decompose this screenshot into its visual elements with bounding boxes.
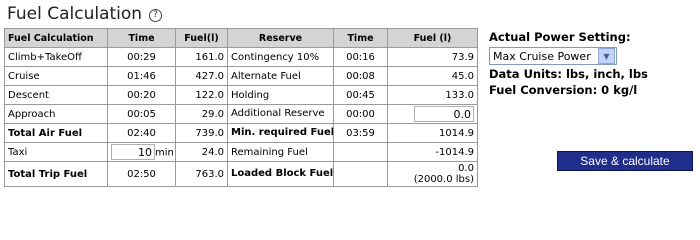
- row-label: Descent: [4, 85, 108, 105]
- header-time: Time: [107, 28, 176, 48]
- row-fuel: 763.0: [175, 161, 228, 187]
- row-fuel: 122.0: [175, 85, 228, 105]
- page-title: Fuel Calculation: [7, 4, 143, 24]
- row-label: Cruise: [4, 66, 108, 86]
- power-setting-select[interactable]: Max Cruise Power ▼: [489, 47, 617, 65]
- reserve-fuel: -1014.9: [387, 142, 478, 162]
- row-label: Total Trip Fuel: [4, 161, 108, 187]
- reserve-time: 00:00: [333, 104, 388, 124]
- row-label: Climb+TakeOff: [4, 47, 108, 67]
- table-row: Approach 00:05 29.0 Additional Reserve 0…: [4, 104, 478, 124]
- side-panel: Actual Power Setting: Max Cruise Power ▼…: [489, 30, 648, 97]
- row-time: 00:20: [107, 85, 176, 105]
- table-header-row: Fuel Calculation Time Fuel(l) Reserve Ti…: [4, 28, 478, 48]
- reserve-time: [333, 142, 388, 162]
- row-time: 01:46: [107, 66, 176, 86]
- reserve-fuel: 73.9: [387, 47, 478, 67]
- header-reserve-fuel: Fuel (l): [387, 28, 478, 48]
- table-row: Taxi min 24.0 Remaining Fuel -1014.9: [4, 142, 478, 162]
- reserve-fuel: 133.0: [387, 85, 478, 105]
- additional-reserve-input[interactable]: [414, 106, 474, 122]
- title-row: Fuel Calculation ?: [7, 3, 163, 25]
- reserve-fuel: 45.0: [387, 66, 478, 86]
- reserve-label: Remaining Fuel: [227, 142, 334, 162]
- table-row: Cruise 01:46 427.0 Alternate Fuel 00:08 …: [4, 66, 478, 86]
- reserve-time: [333, 161, 388, 187]
- fuel-calculation-table: Fuel Calculation Time Fuel(l) Reserve Ti…: [4, 28, 478, 187]
- power-setting-value: Max Cruise Power: [493, 49, 591, 63]
- row-fuel: 739.0: [175, 123, 228, 143]
- row-label: Approach: [4, 104, 108, 124]
- row-time: 00:29: [107, 47, 176, 67]
- reserve-time: 00:16: [333, 47, 388, 67]
- save-calculate-button[interactable]: Save & calculate: [557, 151, 693, 171]
- fuel-conversion: Fuel Conversion: 0 kg/l: [489, 83, 638, 97]
- row-fuel: 24.0: [175, 142, 228, 162]
- taxi-time-input[interactable]: [111, 144, 155, 160]
- additional-reserve-cell: [387, 104, 478, 124]
- row-label: Total Air Fuel: [4, 123, 108, 143]
- data-units: Data Units: lbs, inch, lbs: [489, 67, 648, 81]
- row-time: 00:05: [107, 104, 176, 124]
- table-row: Total Trip Fuel 02:50 763.0 Loaded Block…: [4, 161, 478, 187]
- header-fuel-calculation: Fuel Calculation: [4, 28, 108, 48]
- row-time: 02:40: [107, 123, 176, 143]
- header-reserve: Reserve: [227, 28, 334, 48]
- header-reserve-time: Time: [333, 28, 388, 48]
- loaded-block-fuel-cell: 0.0 (2000.0 lbs): [387, 161, 478, 187]
- reserve-time: 00:08: [333, 66, 388, 86]
- row-fuel: 161.0: [175, 47, 228, 67]
- reserve-label: Alternate Fuel: [227, 66, 334, 86]
- chevron-down-icon[interactable]: ▼: [598, 48, 615, 64]
- loaded-block-fuel: 0.0: [458, 163, 474, 174]
- reserve-label: Holding: [227, 85, 334, 105]
- row-fuel: 29.0: [175, 104, 228, 124]
- table-row: Total Air Fuel 02:40 739.0 Min. required…: [4, 123, 478, 143]
- row-fuel: 427.0: [175, 66, 228, 86]
- row-label: Taxi: [4, 142, 108, 162]
- power-setting-label: Actual Power Setting:: [489, 30, 631, 44]
- reserve-time: 03:59: [333, 123, 388, 143]
- help-icon[interactable]: ?: [149, 9, 163, 22]
- taxi-time-cell: min: [107, 142, 176, 162]
- table-row: Descent 00:20 122.0 Holding 00:45 133.0: [4, 85, 478, 105]
- row-time: 02:50: [107, 161, 176, 187]
- reserve-label: Contingency 10%: [227, 47, 334, 67]
- reserve-label: Min. required Fuel: [227, 123, 334, 143]
- reserve-label: Additional Reserve: [227, 104, 334, 124]
- reserve-label: Loaded Block Fuel: [227, 161, 334, 187]
- reserve-time: 00:45: [333, 85, 388, 105]
- loaded-block-fuel-lbs: (2000.0 lbs): [413, 174, 474, 185]
- taxi-time-unit: min: [155, 147, 174, 159]
- table-row: Climb+TakeOff 00:29 161.0 Contingency 10…: [4, 47, 478, 67]
- header-fuel: Fuel(l): [175, 28, 228, 48]
- reserve-fuel: 1014.9: [387, 123, 478, 143]
